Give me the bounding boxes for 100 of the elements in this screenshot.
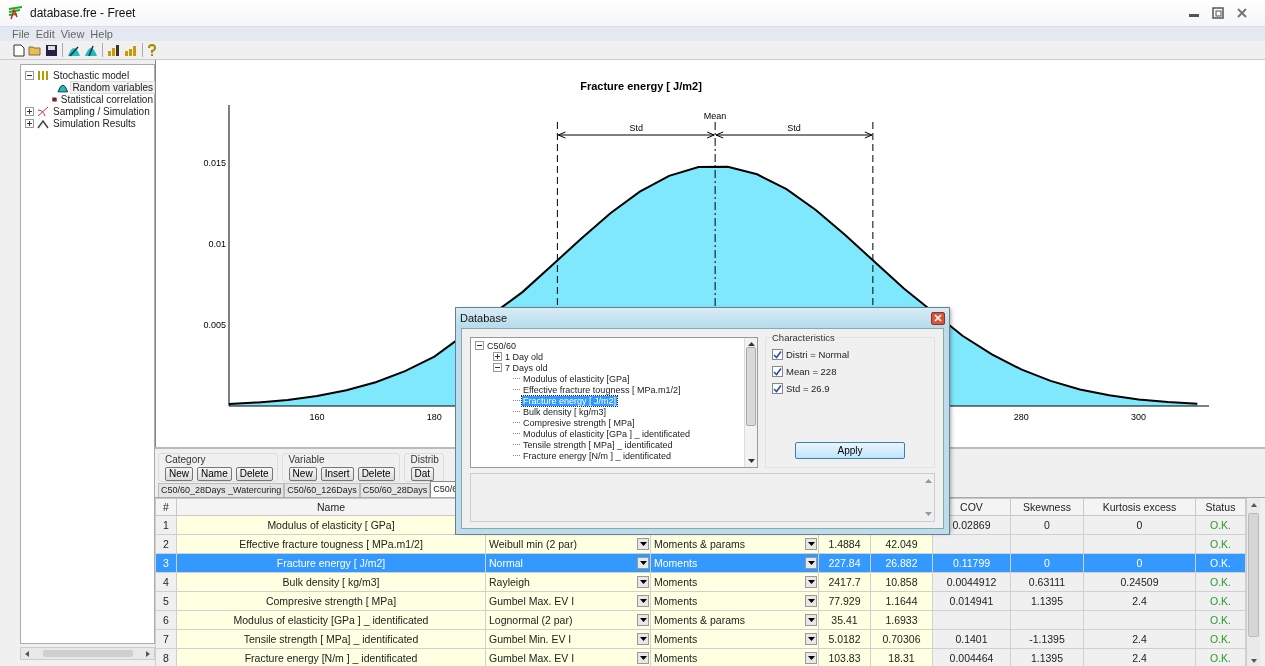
table-cell: 18.31 — [888, 652, 915, 664]
group-title: Variable — [288, 454, 326, 465]
toolbar-button[interactable]: Insert — [320, 467, 354, 481]
caret-icon — [639, 618, 647, 622]
column-header[interactable]: # — [163, 501, 169, 513]
new-file-icon[interactable] — [13, 43, 25, 57]
table-cell: 77.929 — [828, 595, 861, 607]
table-cell: 103.83 — [828, 652, 861, 664]
toolbar-button[interactable]: Name — [197, 467, 232, 481]
dropdown-button[interactable] — [805, 557, 817, 569]
table-cell: 1.1395 — [1030, 595, 1064, 607]
right-arrow-icon[interactable] — [144, 649, 152, 658]
table-cell: 26.882 — [885, 557, 918, 569]
bar-chart-icon[interactable] — [107, 43, 121, 57]
caret-icon — [807, 637, 815, 641]
caret-icon — [807, 542, 815, 546]
tree-item[interactable]: Stochastic model — [52, 69, 131, 81]
column-header[interactable]: COV — [960, 501, 983, 513]
checkbox[interactable] — [772, 366, 783, 377]
checkbox[interactable] — [772, 349, 783, 360]
expander-icon[interactable] — [493, 363, 502, 372]
table-cell: 0.63111 — [1028, 576, 1066, 588]
caret-icon — [807, 599, 815, 603]
sheet-tab[interactable]: C50/60_126Days — [284, 483, 360, 497]
checkbox[interactable] — [772, 383, 783, 394]
expander-icon[interactable] — [25, 70, 34, 80]
up-arrow-icon[interactable] — [747, 341, 755, 347]
close-icon[interactable] — [1235, 7, 1249, 19]
bell-curve-icon[interactable] — [84, 43, 98, 57]
table-row[interactable]: 8 Fracture energy [N/m ] _ identificated Gumbel Max. EV I Moments 103.83 18.31 0.004464 1.1395 2.4 O.K. — [155, 648, 1246, 666]
dropdown-button[interactable] — [637, 633, 649, 645]
expander-icon[interactable] — [25, 118, 34, 128]
restore-icon[interactable] — [1211, 7, 1225, 19]
sheet-tab[interactable]: C50/60_28Days _Watercuring — [158, 483, 285, 497]
menu-item[interactable]: Help — [90, 28, 113, 40]
vertical-scrollbar[interactable] — [744, 338, 757, 467]
expander-icon[interactable] — [475, 341, 484, 350]
tree-item[interactable]: Statistical correlation — [59, 93, 154, 105]
table-cell-text: Moments & params — [654, 538, 747, 550]
vertical-scrollbar[interactable] — [1246, 498, 1260, 666]
dropdown-button[interactable] — [805, 614, 817, 626]
tree-item[interactable]: Modulus of elasticity [GPa ] _ identificated — [522, 428, 692, 439]
horizontal-scrollbar[interactable] — [20, 647, 155, 660]
save-icon[interactable] — [45, 43, 58, 57]
dropdown-button[interactable] — [637, 538, 649, 550]
app-icon — [8, 6, 24, 20]
tree-item[interactable]: C50/60 — [486, 340, 518, 351]
table-row[interactable]: 4 Bulk density [ kg/m3] Rayleigh Moments 2417.7 10.858 0.0044912 0.63111 0.24509 O.K. — [155, 572, 1246, 592]
table-cell: 2.4 — [1132, 595, 1147, 607]
tree-item[interactable]: Compresive strength [ MPa] — [522, 417, 636, 428]
expander-icon[interactable] — [25, 106, 34, 116]
tree-item[interactable]: Random variables — [71, 81, 154, 93]
dropdown-button[interactable] — [637, 614, 649, 626]
tree-item[interactable]: Modulus of elasticity [GPa] — [522, 373, 631, 384]
toolbar-button[interactable]: Delete — [235, 467, 273, 481]
table-cell: 10.858 — [885, 576, 918, 588]
expander-icon[interactable] — [493, 352, 502, 361]
tree-item[interactable]: Tensile strength [ MPa] _ identificated — [522, 439, 674, 450]
dropdown-button[interactable] — [805, 595, 817, 607]
checkbox-label: Std = 26.9 — [786, 383, 830, 394]
tree-item[interactable]: Sampling / Simulation — [52, 105, 151, 117]
down-arrow-icon[interactable] — [1249, 657, 1258, 665]
down-arrow-icon[interactable] — [747, 458, 755, 464]
dropdown-button[interactable] — [637, 595, 649, 607]
table-row[interactable]: 2 Effective fracture tougness [ MPa.m1/2] Weibull min (2 par) Moments & params 1.4884 42.049 O.K. — [155, 534, 1246, 554]
tree-item[interactable]: Fracture energy [N/m ] _ identificated — [522, 450, 673, 461]
column-header[interactable]: Name — [317, 501, 345, 513]
tree-item[interactable]: 1 Day old — [504, 351, 545, 362]
dialog-title: Database — [460, 312, 508, 324]
dropdown-button[interactable] — [805, 576, 817, 588]
dropdown-button[interactable] — [637, 576, 649, 588]
table-row[interactable]: 7 Tensile strength [ MPa] _ identificated Gumbel Min. EV I Moments 5.0182 0.70306 0.1401 -1.1395 2.4 O.K. — [155, 629, 1246, 649]
toolbar-button[interactable]: Dat — [410, 467, 435, 481]
table-row[interactable]: 5 Compresive strength [ MPa] Gumbel Max. EV I Moments 77.929 1.1644 0.014941 1.1395 2.4 O.K. — [155, 591, 1246, 611]
dropdown-button[interactable] — [805, 652, 817, 664]
up-arrow-icon[interactable] — [1249, 501, 1258, 509]
toolbar-button[interactable]: New — [165, 467, 193, 481]
tree-item[interactable]: 7 Days old — [504, 362, 549, 373]
tree-item[interactable]: Simulation Results — [52, 117, 137, 129]
sheet-tab[interactable]: C50/60_28Days — [359, 483, 431, 497]
table-cell: 0.11799 — [952, 557, 991, 569]
menu-item[interactable]: View — [60, 28, 85, 40]
menu-item[interactable]: Edit — [35, 28, 55, 40]
dropdown-button[interactable] — [637, 557, 649, 569]
dropdown-button[interactable] — [805, 633, 817, 645]
dropdown-button[interactable] — [637, 652, 649, 664]
tree-item[interactable]: Bulk density [ kg/m3] — [522, 406, 608, 417]
curve-icon — [37, 105, 49, 117]
help-icon[interactable] — [147, 43, 157, 57]
toolbar-button[interactable]: New — [288, 467, 317, 481]
menu-item[interactable]: File — [12, 28, 30, 40]
table-cell-text: Moments & params — [654, 614, 747, 626]
table-cell-text: Moments — [654, 652, 699, 664]
apply-button[interactable]: Apply — [795, 442, 905, 459]
dropdown-button[interactable] — [805, 538, 817, 550]
close-button[interactable] — [931, 311, 945, 325]
tree-item[interactable]: Effective fracture tougness [ MPa.m1/2] — [522, 384, 682, 395]
toolbar-button[interactable]: Delete — [357, 467, 395, 481]
left-arrow-icon[interactable] — [23, 649, 31, 658]
table-row[interactable]: 6 Modulus of elasticity [GPa ] _ identificated Lognormal (2 par) Moments & params 35.41 1.6933 O.K. — [155, 610, 1246, 630]
